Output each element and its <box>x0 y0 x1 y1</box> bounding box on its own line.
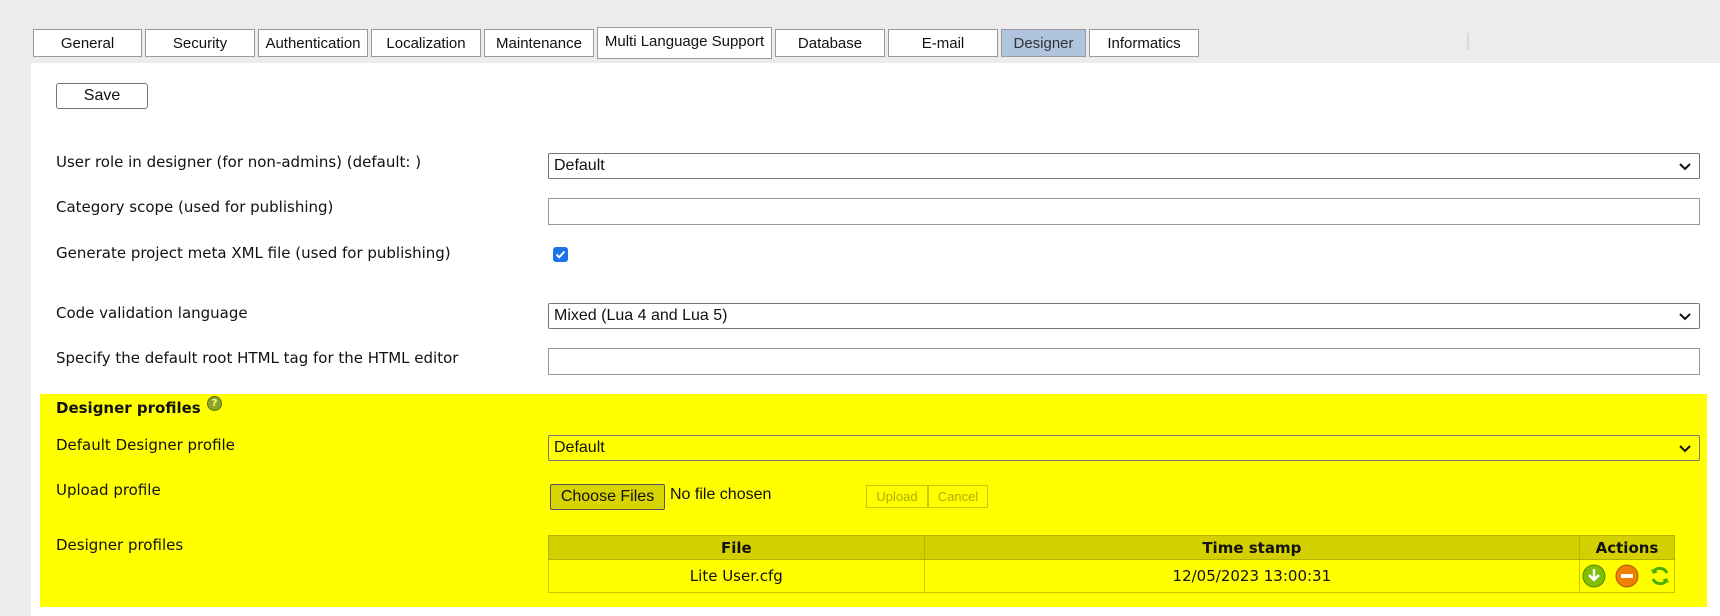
user-role-select[interactable]: Default <box>548 153 1700 179</box>
default-profile-select[interactable]: Default <box>548 435 1700 461</box>
delete-icon[interactable] <box>1615 564 1639 588</box>
root-html-input[interactable] <box>548 348 1700 375</box>
upload-profile-label: Upload profile <box>56 481 161 499</box>
section-title: Designer profiles <box>56 399 201 417</box>
help-icon[interactable]: ? <box>207 396 222 411</box>
category-scope-input[interactable] <box>548 198 1700 225</box>
profiles-list-label: Designer profiles <box>56 536 184 554</box>
column-header-actions: Actions <box>1579 535 1675 560</box>
meta-xml-checkbox[interactable] <box>553 247 568 262</box>
profile-actions-cell <box>1579 559 1675 593</box>
category-scope-label: Category scope (used for publishing) <box>56 198 334 216</box>
tab-multi-language-support[interactable]: Multi Language Support <box>597 27 772 59</box>
tab-designer[interactable]: Designer <box>1001 29 1086 57</box>
download-icon[interactable] <box>1582 564 1606 588</box>
choose-files-button[interactable]: Choose Files <box>550 484 665 510</box>
code-validation-select[interactable]: Mixed (Lua 4 and Lua 5) <box>548 303 1700 329</box>
tab-maintenance[interactable]: Maintenance <box>484 29 594 57</box>
tab-informatics[interactable]: Informatics <box>1089 29 1199 57</box>
save-button[interactable]: Save <box>56 83 148 109</box>
chevron-down-icon <box>1679 163 1691 171</box>
tab-bar: General Security Authentication Localiza… <box>0 0 1720 64</box>
meta-xml-label: Generate project meta XML file (used for… <box>56 244 451 262</box>
tab-email[interactable]: E-mail <box>888 29 998 57</box>
no-file-text: No file chosen <box>670 486 772 503</box>
column-header-file: File <box>548 535 925 560</box>
cancel-upload-button[interactable]: Cancel <box>928 485 988 508</box>
tab-localization[interactable]: Localization <box>371 29 481 57</box>
checkmark-icon <box>555 250 566 259</box>
code-validation-value: Mixed (Lua 4 and Lua 5) <box>554 307 728 324</box>
tab-security[interactable]: Security <box>145 29 255 57</box>
profile-file-cell: Lite User.cfg <box>548 559 925 593</box>
tab-database[interactable]: Database <box>775 29 885 57</box>
chevron-down-icon <box>1679 313 1691 321</box>
user-role-label: User role in designer (for non-admins) (… <box>56 153 422 171</box>
profiles-table: File Time stamp Actions Lite User.cfg 12… <box>548 535 1675 593</box>
tab-authentication[interactable]: Authentication <box>258 29 368 57</box>
table-header-row: File Time stamp Actions <box>548 535 1675 560</box>
code-validation-label: Code validation language <box>56 304 248 322</box>
profile-timestamp-cell: 12/05/2023 13:00:31 <box>923 559 1581 593</box>
refresh-icon[interactable] <box>1648 564 1672 588</box>
table-row: Lite User.cfg 12/05/2023 13:00:31 <box>548 559 1675 593</box>
column-header-timestamp: Time stamp <box>923 535 1581 560</box>
default-profile-value: Default <box>554 439 605 456</box>
user-role-value: Default <box>554 157 605 174</box>
upload-button[interactable]: Upload <box>866 485 928 508</box>
tab-divider <box>1467 33 1469 50</box>
tab-general[interactable]: General <box>33 29 142 57</box>
default-profile-label: Default Designer profile <box>56 436 235 454</box>
root-html-label: Specify the default root HTML tag for th… <box>56 349 459 367</box>
chevron-down-icon <box>1679 445 1691 453</box>
